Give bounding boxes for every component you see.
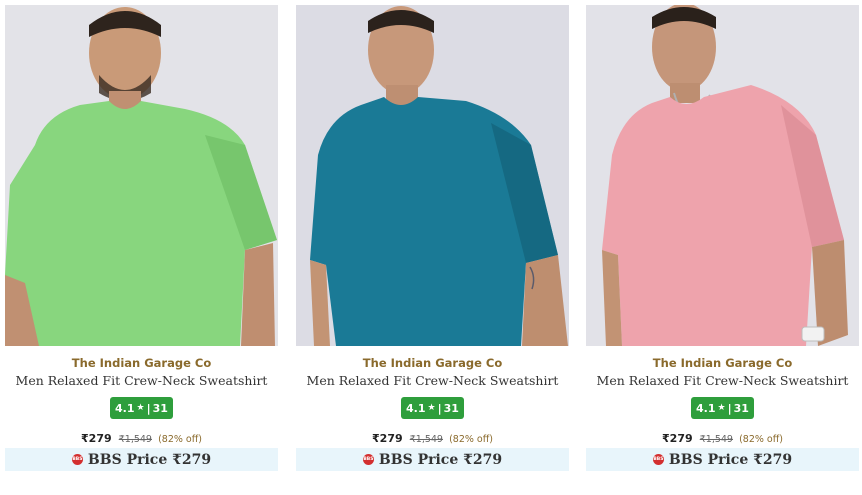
discount-label: (82% off) bbox=[449, 434, 493, 445]
model-photo bbox=[5, 5, 278, 346]
product-grid: The Indian Garage Co Men Relaxed Fit Cre… bbox=[0, 0, 862, 495]
rating-badge: 4.1 ★ | 31 bbox=[110, 397, 173, 419]
bbs-logo-icon: BBS bbox=[652, 454, 664, 465]
product-image[interactable] bbox=[296, 5, 569, 346]
product-image[interactable] bbox=[5, 5, 278, 346]
price-row: ₹279 ₹1,549 (82% off) bbox=[586, 427, 859, 446]
discount-label: (82% off) bbox=[158, 434, 202, 445]
rating-separator: | bbox=[437, 401, 442, 415]
brand-name[interactable]: The Indian Garage Co bbox=[586, 356, 859, 370]
bbs-price: BBS Price ₹279 bbox=[87, 451, 212, 468]
rating-value: 4.1 bbox=[406, 401, 426, 415]
original-price: ₹1,549 bbox=[118, 434, 152, 445]
bbs-logo-icon: BBS bbox=[71, 454, 83, 465]
product-title[interactable]: Men Relaxed Fit Crew-Neck Sweatshirt bbox=[586, 373, 859, 388]
star-icon: ★ bbox=[427, 403, 436, 413]
price-row: ₹279 ₹1,549 (82% off) bbox=[5, 427, 278, 446]
star-icon: ★ bbox=[136, 403, 145, 413]
model-photo bbox=[296, 5, 569, 346]
original-price: ₹1,549 bbox=[409, 434, 443, 445]
bbs-price-banner: BBS BBS Price ₹279 bbox=[296, 448, 569, 471]
bbs-price-banner: BBS BBS Price ₹279 bbox=[586, 448, 859, 471]
review-count: 31 bbox=[152, 401, 168, 415]
bbs-logo-icon: BBS bbox=[362, 454, 374, 465]
product-title[interactable]: Men Relaxed Fit Crew-Neck Sweatshirt bbox=[296, 373, 569, 388]
product-card[interactable]: The Indian Garage Co Men Relaxed Fit Cre… bbox=[296, 5, 569, 475]
bbs-price: BBS Price ₹279 bbox=[378, 451, 503, 468]
model-photo bbox=[586, 5, 859, 346]
product-card[interactable]: The Indian Garage Co Men Relaxed Fit Cre… bbox=[5, 5, 278, 475]
brand-name[interactable]: The Indian Garage Co bbox=[296, 356, 569, 370]
star-icon: ★ bbox=[717, 403, 726, 413]
original-price: ₹1,549 bbox=[699, 434, 733, 445]
product-card[interactable]: The Indian Garage Co Men Relaxed Fit Cre… bbox=[586, 5, 859, 475]
bbs-price: BBS Price ₹279 bbox=[668, 451, 793, 468]
product-title[interactable]: Men Relaxed Fit Crew-Neck Sweatshirt bbox=[5, 373, 278, 388]
rating-separator: | bbox=[727, 401, 732, 415]
discount-label: (82% off) bbox=[739, 434, 783, 445]
selling-price: ₹279 bbox=[662, 432, 693, 445]
product-image[interactable] bbox=[586, 5, 859, 346]
rating-badge: 4.1 ★ | 31 bbox=[401, 397, 464, 419]
bbs-price-banner: BBS BBS Price ₹279 bbox=[5, 448, 278, 471]
rating-value: 4.1 bbox=[115, 401, 135, 415]
selling-price: ₹279 bbox=[372, 432, 403, 445]
rating-value: 4.1 bbox=[696, 401, 716, 415]
brand-name[interactable]: The Indian Garage Co bbox=[5, 356, 278, 370]
rating-separator: | bbox=[146, 401, 151, 415]
price-row: ₹279 ₹1,549 (82% off) bbox=[296, 427, 569, 446]
selling-price: ₹279 bbox=[81, 432, 112, 445]
review-count: 31 bbox=[733, 401, 749, 415]
rating-badge: 4.1 ★ | 31 bbox=[691, 397, 754, 419]
review-count: 31 bbox=[443, 401, 459, 415]
